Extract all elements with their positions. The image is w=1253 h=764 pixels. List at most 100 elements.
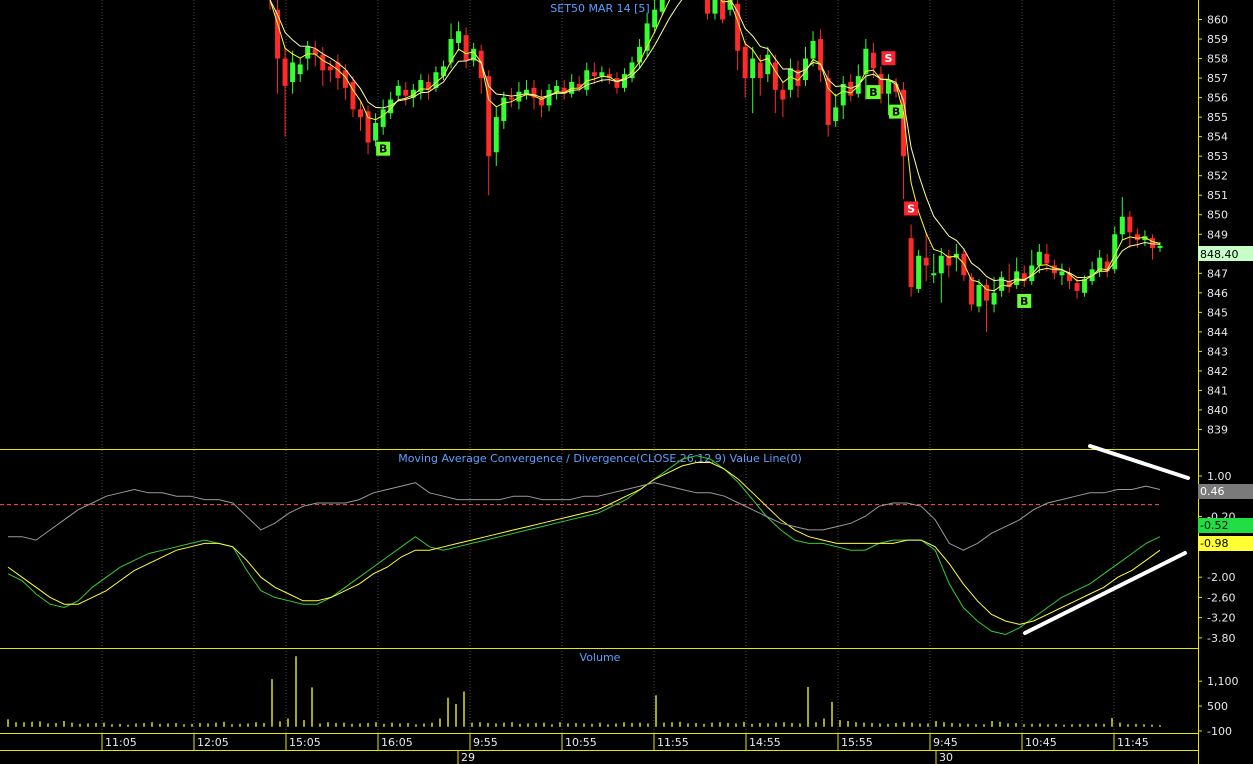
candle-body — [501, 97, 507, 122]
candle-body — [1036, 251, 1042, 266]
price-tick-label-5: 855 — [1207, 111, 1228, 124]
candle-body — [968, 277, 974, 305]
candle-body — [765, 54, 771, 75]
price-panel-title: SET50 MAR 14 [5] — [550, 2, 649, 15]
price-tick-label-16: 843 — [1207, 345, 1228, 358]
price-tick-label-3: 857 — [1207, 72, 1228, 85]
candle-body — [1074, 283, 1080, 291]
candle-body — [1119, 216, 1125, 235]
price-tick-label-4: 856 — [1207, 92, 1228, 105]
macd-panel-title: Moving Average Convergence / Divergence(… — [398, 452, 802, 465]
candle-body — [282, 58, 288, 86]
candle-body — [463, 35, 469, 61]
candle-body — [938, 255, 944, 274]
time-label-10: 10:45 — [1025, 736, 1057, 749]
candle-body — [637, 46, 643, 63]
signal-label-2: B — [869, 86, 877, 99]
last-price-label: 848.40 — [1200, 248, 1239, 261]
signal-label-0: B — [379, 143, 387, 156]
signal-label-3: B — [892, 106, 900, 119]
candle-body — [305, 46, 311, 59]
signal-label-5: B — [1020, 295, 1028, 308]
candle-body — [833, 107, 839, 122]
candle-body — [1149, 238, 1155, 248]
candle-body — [320, 54, 326, 71]
candle-body — [1059, 271, 1065, 276]
candle-body — [1082, 279, 1088, 293]
candle-body — [931, 273, 937, 276]
value-line-label: 0.46 — [1200, 485, 1225, 498]
candle-body — [750, 58, 756, 79]
candle-body — [916, 255, 922, 289]
candle-body — [848, 81, 854, 96]
time-label-2: 15:05 — [289, 736, 321, 749]
candle-body — [720, 0, 726, 20]
volume-tick-label-1: 500 — [1207, 700, 1228, 713]
candle-body — [342, 70, 348, 88]
candle-body — [373, 122, 379, 141]
candle-body — [999, 277, 1005, 291]
candle-body — [976, 285, 982, 307]
price-tick-label-10: 850 — [1207, 209, 1228, 222]
time-label-11: 11:45 — [1117, 736, 1149, 749]
date-label-1: 30 — [939, 751, 953, 764]
price-tick-label-13: 846 — [1207, 287, 1228, 300]
price-tick-label-12: 847 — [1207, 267, 1228, 280]
chart-canvas: SET50 MAR 14 [5] B S B B S B 860 859 858 857 856 8… — [0, 0, 1253, 764]
candle-body — [425, 81, 431, 90]
time-label-4: 9:55 — [473, 736, 498, 749]
time-label-9: 9:45 — [933, 736, 958, 749]
candle-body — [1134, 234, 1140, 241]
macd-tick-label-4: -3.20 — [1207, 612, 1235, 625]
price-tick-label-14: 845 — [1207, 306, 1228, 319]
macd-tick-label-5: -3.80 — [1207, 632, 1235, 645]
macd-label: -0.52 — [1200, 519, 1228, 532]
candle-body — [380, 109, 386, 127]
time-label-6: 11:55 — [657, 736, 689, 749]
candle-body — [297, 64, 303, 75]
volume-tick-label-2: -100 — [1207, 725, 1232, 738]
date-label-0: 29 — [461, 751, 475, 764]
price-tick-label-11: 849 — [1207, 228, 1228, 241]
price-tick-label-18: 841 — [1207, 384, 1228, 397]
candle-body — [493, 117, 499, 153]
price-tick-label-0: 860 — [1207, 14, 1228, 27]
price-tick-label-20: 839 — [1207, 423, 1228, 436]
candle-body — [742, 46, 748, 79]
candle-body — [395, 85, 401, 96]
candle-body — [358, 109, 364, 118]
candle-body — [523, 89, 529, 94]
volume-tick-label-0: 1,100 — [1207, 675, 1239, 688]
candle-body — [1127, 216, 1133, 233]
price-tick-label-7: 853 — [1207, 150, 1228, 163]
candle-body — [591, 72, 597, 77]
candle-body — [1029, 265, 1035, 282]
candle-body — [614, 78, 620, 88]
candle-body — [772, 62, 778, 90]
candle-body — [712, 0, 718, 14]
candle-body — [991, 292, 997, 305]
candle-body — [885, 80, 891, 94]
time-label-7: 14:55 — [749, 736, 781, 749]
price-tick-label-19: 840 — [1207, 404, 1228, 417]
macd-tick-label-3: -2.60 — [1207, 591, 1235, 604]
candle-body — [554, 85, 560, 92]
price-tick-label-8: 852 — [1207, 170, 1228, 183]
price-tick-label-17: 842 — [1207, 365, 1228, 378]
price-tick-label-9: 851 — [1207, 189, 1228, 202]
signal-label-4: S — [907, 203, 915, 216]
candle-body — [652, 9, 658, 28]
candle-body — [863, 48, 869, 75]
candle-body — [659, 0, 665, 12]
candle-body — [456, 31, 462, 43]
candle-body — [403, 89, 409, 96]
candle-body — [621, 74, 627, 88]
candle-body — [327, 66, 333, 71]
price-tick-label-15: 844 — [1207, 326, 1228, 339]
time-label-1: 12:05 — [197, 736, 229, 749]
candle-body — [1157, 245, 1163, 248]
time-label-8: 15:55 — [841, 736, 873, 749]
candle-body — [810, 40, 816, 59]
candle-body — [1014, 271, 1020, 286]
candle-body — [508, 97, 514, 100]
